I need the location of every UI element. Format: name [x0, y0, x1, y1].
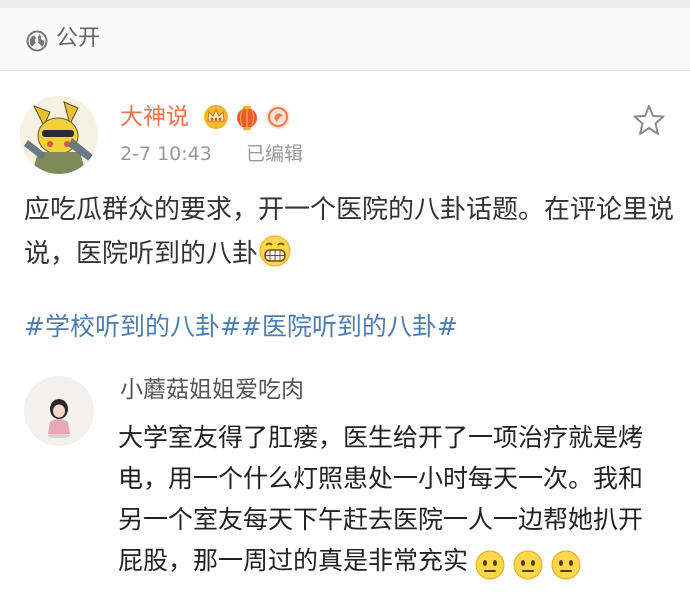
awkward-emoji-icon — [475, 550, 505, 580]
edited-label[interactable]: 已编辑 — [246, 141, 303, 167]
post-timestamp: 2-7 10:43 — [120, 143, 212, 165]
visibility-label: 公开 — [56, 26, 101, 51]
gift-badge-icon[interactable] — [265, 104, 291, 130]
header-divider — [0, 70, 690, 71]
post-content: 应吃瓜群众的要求，开一个医院的八卦话题。在评论里说说，医院听到的八卦 — [24, 188, 674, 276]
awkward-emoji-icon — [551, 550, 581, 580]
lantern-badge-icon[interactable] — [234, 104, 260, 130]
visibility-bar[interactable]: 公开 — [0, 8, 690, 70]
grin-emoji-icon — [259, 235, 291, 267]
comment-emojis — [468, 546, 582, 587]
commenter-avatar[interactable] — [24, 376, 94, 446]
awkward-emoji-icon — [513, 550, 543, 580]
star-icon[interactable] — [632, 103, 666, 137]
author-badges — [203, 102, 291, 132]
avatar-illustration — [20, 96, 98, 174]
commenter-name[interactable]: 小蘑菇姐姐爱吃肉 — [120, 375, 304, 405]
topic-links[interactable]: #学校听到的八卦##医院听到的八卦# — [24, 310, 458, 344]
commenter-avatar-illustration — [24, 376, 94, 446]
top-separator — [0, 0, 690, 8]
post-text: 应吃瓜群众的要求，开一个医院的八卦话题。在评论里说说，医院听到的八卦 — [24, 195, 675, 269]
comment-content: 大学室友得了肛瘘，医生给开了一项治疗就是烤电，用一个什么灯照患处一小时每天一次。… — [118, 417, 658, 587]
weibo-post-screen: 公开 大神说 2-7 10:43 已编辑 应吃瓜群众的要求，开一个医院的八卦话题… — [0, 0, 690, 599]
author-avatar[interactable] — [20, 96, 98, 174]
globe-icon — [26, 30, 48, 52]
crown-badge-icon[interactable] — [203, 104, 229, 130]
author-name[interactable]: 大神说 — [120, 102, 189, 132]
